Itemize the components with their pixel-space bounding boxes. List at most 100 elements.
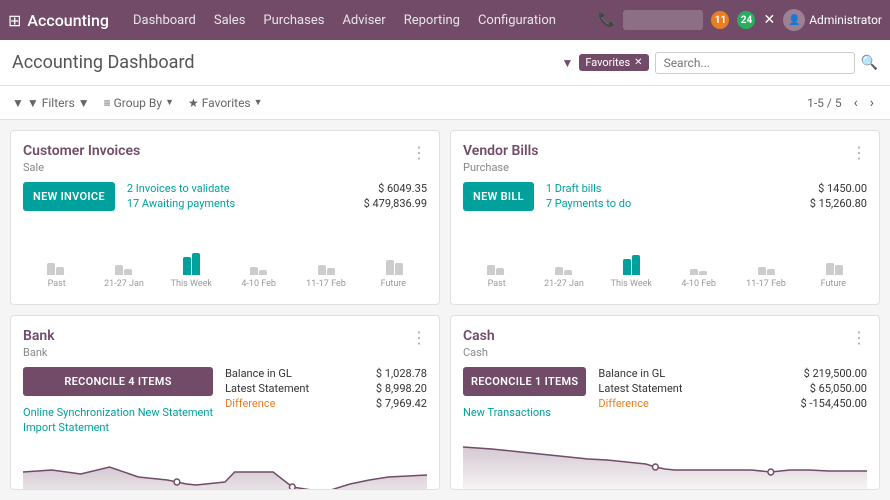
next-page-button[interactable]: › bbox=[866, 93, 878, 113]
filters-dropdown[interactable]: ▼ ▼ Filters ▼ bbox=[12, 96, 90, 110]
card-title-area: Customer Invoices Sale bbox=[23, 143, 140, 174]
prev-page-button[interactable]: ‹ bbox=[850, 93, 862, 113]
reconcile-cash-button[interactable]: RECONCILE 1 ITEMS bbox=[463, 367, 586, 396]
bar-label-future: Future bbox=[360, 279, 427, 289]
phone-icon[interactable]: 📞 bbox=[598, 12, 615, 28]
awaiting-payments-amount: $ 479,836.99 bbox=[364, 197, 427, 210]
card-subtitle: Cash bbox=[463, 346, 495, 359]
card-menu-button[interactable]: ⋮ bbox=[851, 328, 867, 347]
card-info: 2 Invoices to validate $ 6049.35 17 Awai… bbox=[127, 182, 427, 212]
bar bbox=[192, 253, 200, 275]
new-invoice-button[interactable]: NEW INVOICE bbox=[23, 182, 115, 211]
balance-gl-value: $ 219,500.00 bbox=[804, 367, 867, 380]
card-menu-button[interactable]: ⋮ bbox=[411, 143, 427, 162]
invoices-validate-label[interactable]: 2 Invoices to validate bbox=[127, 182, 230, 195]
nav-configuration[interactable]: Configuration bbox=[470, 9, 564, 32]
latest-stmt-value: $ 8,998.20 bbox=[376, 382, 427, 395]
card-menu-button[interactable]: ⋮ bbox=[411, 328, 427, 347]
bar-label-thisweek: This Week bbox=[598, 279, 665, 289]
subheader: Accounting Dashboard ▼ Favorites ✕ 🔍 bbox=[0, 40, 890, 86]
group-by-dropdown[interactable]: ≡ Group By ▼ bbox=[104, 96, 174, 110]
draft-bills-label[interactable]: 1 Draft bills bbox=[546, 182, 602, 195]
search-input[interactable] bbox=[655, 52, 855, 74]
favorites-filter-tag[interactable]: Favorites ✕ bbox=[579, 54, 648, 71]
nav-purchases[interactable]: Purchases bbox=[255, 9, 332, 32]
reconcile-bank-button[interactable]: RECONCILE 4 ITEMS bbox=[23, 367, 213, 396]
bank-card: Bank Bank ⋮ RECONCILE 4 ITEMS Online Syn… bbox=[10, 315, 440, 490]
bar-label-jan1: 21-27 Jan bbox=[90, 279, 157, 289]
vendor-chart-area: Past 21-27 Jan This Week 4-10 Feb 11-17 … bbox=[463, 220, 867, 292]
bar-label-future: Future bbox=[800, 279, 867, 289]
nav-adviser[interactable]: Adviser bbox=[334, 9, 393, 32]
search-button[interactable]: 🔍 bbox=[861, 55, 878, 71]
search-area: ▼ Favorites ✕ 🔍 bbox=[561, 52, 878, 74]
bank-line-chart bbox=[23, 442, 427, 490]
bar-group bbox=[463, 265, 529, 275]
bar-group bbox=[361, 260, 427, 275]
pagination-text: 1-5 / 5 bbox=[807, 96, 841, 110]
bar bbox=[47, 263, 55, 275]
funnel-icon: ▼ bbox=[561, 56, 573, 70]
bank-link-sync[interactable]: Online Synchronization New Statement bbox=[23, 406, 213, 419]
awaiting-payments-label[interactable]: 17 Awaiting payments bbox=[127, 197, 235, 210]
app-logo[interactable]: ⊞ Accounting bbox=[8, 11, 109, 30]
cash-link-transactions[interactable]: New Transactions bbox=[463, 406, 586, 419]
favorites-dropdown[interactable]: ★ Favorites ▼ bbox=[188, 96, 263, 110]
close-icon[interactable]: ✕ bbox=[763, 12, 775, 28]
diff-value: $ -154,450.00 bbox=[801, 397, 867, 410]
cash-balance-info: Balance in GL $ 219,500.00 Latest Statem… bbox=[598, 367, 867, 412]
filter-tag-close[interactable]: ✕ bbox=[634, 57, 642, 68]
vendor-bills-card: Vendor Bills Purchase ⋮ NEW BILL 1 Draft… bbox=[450, 130, 880, 305]
nav-dashboard[interactable]: Dashboard bbox=[125, 9, 204, 32]
balance-gl-label: Balance in GL bbox=[225, 367, 292, 380]
user-section[interactable]: 👤 Administrator bbox=[783, 9, 882, 31]
card-title-area: Vendor Bills Purchase bbox=[463, 143, 538, 174]
draft-bills-amount: $ 1450.00 bbox=[818, 182, 867, 195]
bar bbox=[318, 265, 326, 275]
bar-label-feb1: 4-10 Feb bbox=[225, 279, 292, 289]
balance-gl-row: Balance in GL $ 1,028.78 bbox=[225, 367, 427, 380]
new-bill-button[interactable]: NEW BILL bbox=[463, 182, 534, 211]
filter-tag-label: Favorites bbox=[585, 56, 630, 69]
card-header: Bank Bank ⋮ bbox=[23, 328, 427, 359]
payments-to-do-amount: $ 15,260.80 bbox=[810, 197, 867, 210]
bar bbox=[690, 269, 698, 275]
bar bbox=[564, 270, 572, 275]
bar-label-thisweek: This Week bbox=[158, 279, 225, 289]
user-avatar: 👤 bbox=[783, 9, 805, 31]
bar-group bbox=[158, 253, 224, 275]
bar bbox=[259, 270, 267, 275]
card-menu-button[interactable]: ⋮ bbox=[851, 143, 867, 162]
diff-label: Difference bbox=[225, 397, 275, 410]
bar bbox=[623, 259, 631, 275]
bar-group bbox=[734, 267, 800, 275]
cash-line-chart bbox=[463, 427, 867, 490]
bar bbox=[250, 267, 258, 275]
bar-group bbox=[531, 267, 597, 275]
nav-sales[interactable]: Sales bbox=[206, 9, 254, 32]
nav-reporting[interactable]: Reporting bbox=[396, 9, 468, 32]
funnel-small-icon: ▼ bbox=[12, 96, 24, 110]
card-info: 1 Draft bills $ 1450.00 7 Payments to do… bbox=[546, 182, 867, 212]
bar bbox=[767, 269, 775, 275]
payments-to-do-row: 7 Payments to do $ 15,260.80 bbox=[546, 197, 867, 210]
latest-stmt-row: Latest Statement $ 65,050.00 bbox=[598, 382, 867, 395]
topnav-search-bar[interactable] bbox=[623, 10, 703, 30]
topnav-right: 📞 11 24 ✕ 👤 Administrator bbox=[598, 9, 882, 31]
bar bbox=[555, 267, 563, 275]
bar bbox=[758, 267, 766, 275]
card-subtitle: Purchase bbox=[463, 161, 538, 174]
bank-link-import[interactable]: Import Statement bbox=[23, 421, 213, 434]
badge-messages[interactable]: 11 bbox=[711, 11, 729, 29]
balance-gl-row: Balance in GL $ 219,500.00 bbox=[598, 367, 867, 380]
badge-notifications[interactable]: 24 bbox=[737, 11, 755, 29]
invoices-validate-amount: $ 6049.35 bbox=[378, 182, 427, 195]
diff-row: Difference $ 7,969.42 bbox=[225, 397, 427, 410]
bar bbox=[487, 265, 495, 275]
bank-links: Online Synchronization New Statement Imp… bbox=[23, 404, 213, 434]
page-title: Accounting Dashboard bbox=[12, 52, 551, 73]
filterbar-right: 1-5 / 5 ‹ › bbox=[807, 93, 878, 113]
payments-to-do-label[interactable]: 7 Payments to do bbox=[546, 197, 631, 210]
invoices-validate-row: 2 Invoices to validate $ 6049.35 bbox=[127, 182, 427, 195]
card-subtitle: Bank bbox=[23, 346, 55, 359]
